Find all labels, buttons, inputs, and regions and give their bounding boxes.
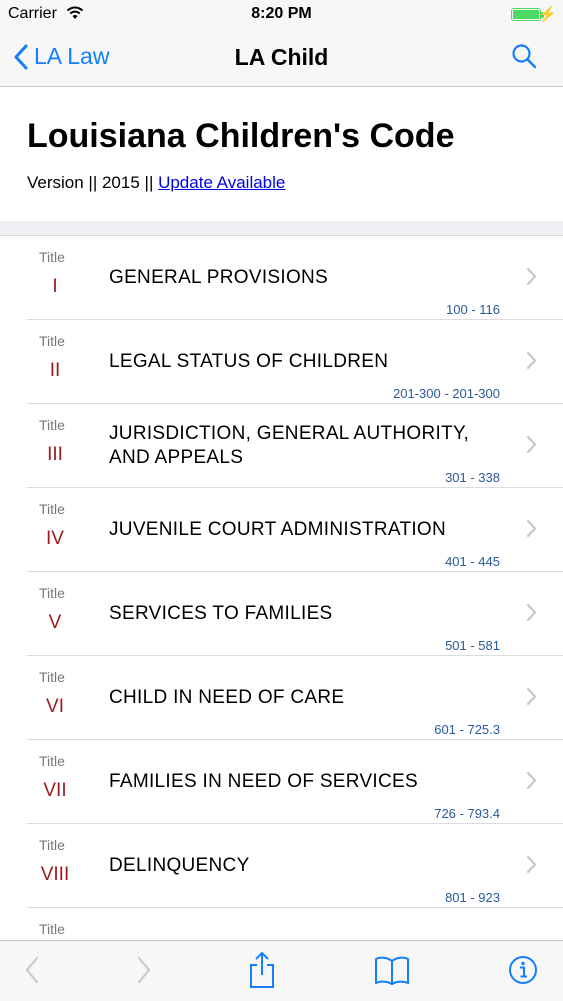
title-label: Title [39,585,65,601]
titles-list: Title I GENERAL PROVISIONS 100 - 116 Tit… [0,236,563,940]
chevron-right-icon [526,603,537,627]
page-title: Louisiana Children's Code [27,117,455,155]
status-bar: Carrier 8:20 PM ⚡ [0,0,563,30]
section-separator [0,221,563,236]
title-name: JUVENILE COURT ADMINISTRATION [109,519,447,540]
info-icon[interactable] [508,955,538,990]
title-row[interactable]: Title V SERVICES TO FAMILIES 501 - 581 [0,572,563,656]
book-icon[interactable] [374,955,410,990]
chevron-right-icon [526,351,537,375]
title-row[interactable]: Title III JURISDICTION, GENERAL AUTHORIT… [0,404,563,488]
section-range: 401 - 445 [445,554,500,569]
version-line: Version || 2015 || Update Available [27,173,285,193]
back-arrow-icon[interactable] [24,955,40,990]
section-range: 726 - 793.4 [434,806,500,821]
title-row[interactable]: Title [0,908,563,940]
section-range: 100 - 116 [446,302,500,317]
chevron-right-icon [526,771,537,795]
title-label: Title [39,417,65,433]
title-numeral: V [48,612,62,633]
chevron-right-icon [526,435,537,459]
title-row[interactable]: Title I GENERAL PROVISIONS 100 - 116 [0,236,563,320]
share-icon[interactable] [248,951,276,994]
title-name: GENERAL PROVISIONS [109,267,329,288]
title-label: Title [39,837,65,853]
title-row[interactable]: Title VII FAMILIES IN NEED OF SERVICES 7… [0,740,563,824]
code-header: Louisiana Children's Code Version || 201… [0,87,563,221]
version-text: Version || 2015 || [27,173,159,192]
title-numeral: IV [46,528,64,549]
title-label: Title [39,753,65,769]
forward-arrow-icon[interactable] [136,955,152,990]
title-name: JURISDICTION, GENERAL AUTHORITY, AND APP… [109,423,470,468]
title-name: FAMILIES IN NEED OF SERVICES [109,771,418,792]
title-numeral: II [49,360,61,381]
title-name: DELINQUENCY [109,855,250,876]
title-row[interactable]: Title IV JUVENILE COURT ADMINISTRATION 4… [0,488,563,572]
title-name: CHILD IN NEED OF CARE [109,687,345,708]
battery-icon [511,8,541,21]
update-available-link[interactable]: Update Available [158,173,285,192]
section-range: 201-300 - 201-300 [393,386,500,401]
title-numeral: VII [43,780,67,801]
title-label: Title [39,669,65,685]
clock: 8:20 PM [251,5,312,22]
title-label: Title [39,501,65,517]
title-numeral: I [52,276,58,297]
title-label: Title [39,333,65,349]
section-range: 501 - 581 [445,638,500,653]
chevron-right-icon [526,519,537,543]
chevron-right-icon [526,267,537,291]
title-numeral: VIII [40,864,70,885]
title-numeral: VI [46,696,64,717]
title-name: LEGAL STATUS OF CHILDREN [109,351,389,372]
title-row[interactable]: Title VI CHILD IN NEED OF CARE 601 - 725… [0,656,563,740]
chevron-right-icon [526,855,537,879]
navigation-bar: LA Law LA Child [0,30,563,87]
section-range: 801 - 923 [445,890,500,905]
title-label: Title [39,921,65,937]
title-row[interactable]: Title VIII DELINQUENCY 801 - 923 [0,824,563,908]
search-icon[interactable] [511,43,537,74]
charging-icon: ⚡ [538,6,557,23]
section-range: 301 - 338 [445,470,500,485]
title-numeral: III [47,444,63,465]
title-row[interactable]: Title II LEGAL STATUS OF CHILDREN 201-30… [0,320,563,404]
chevron-right-icon [526,687,537,711]
title-name: SERVICES TO FAMILIES [109,603,333,624]
title-label: Title [39,249,65,265]
section-range: 601 - 725.3 [434,722,500,737]
bottom-toolbar [0,940,563,1001]
nav-title: LA Child [234,44,329,70]
